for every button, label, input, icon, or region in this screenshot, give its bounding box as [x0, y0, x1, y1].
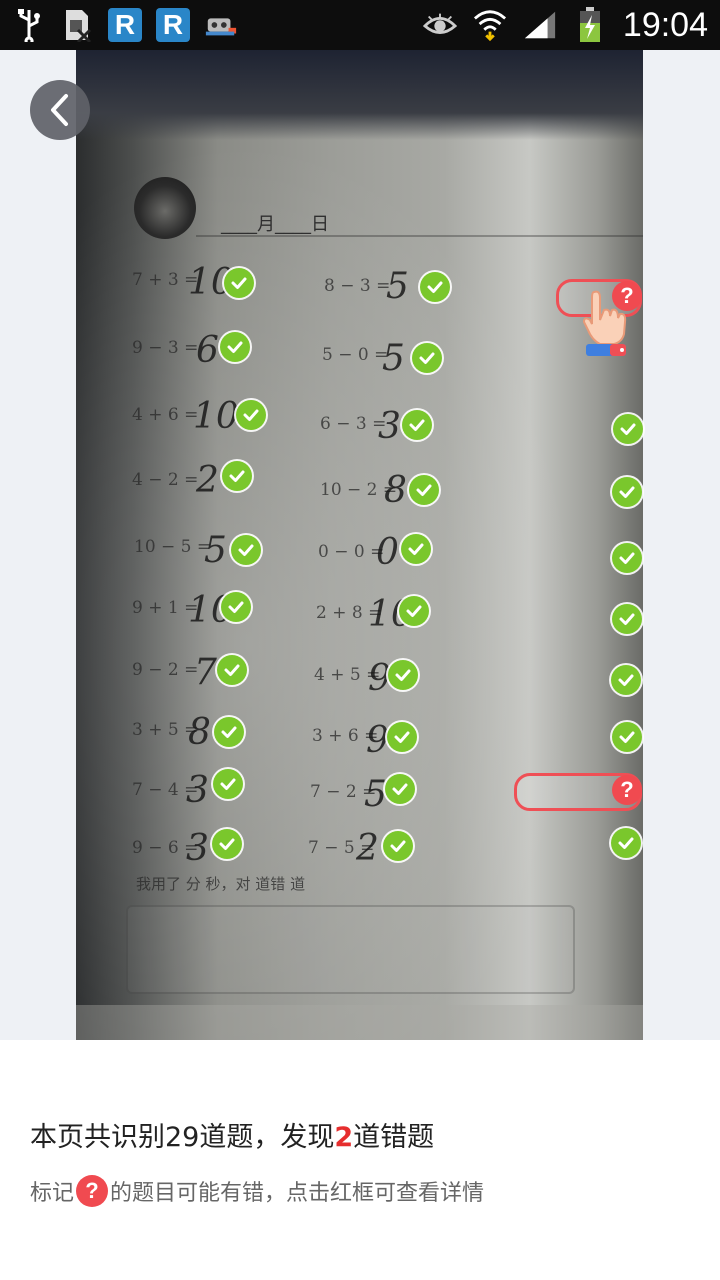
- handwritten-answer: 5: [204, 530, 227, 571]
- problem-equation: 5 − 0 =: [322, 345, 389, 365]
- handwritten-answer: 5: [382, 338, 405, 379]
- handwritten-answer: 5: [364, 774, 387, 815]
- handwritten-answer: 3: [186, 828, 209, 869]
- handwritten-answer: 8: [188, 712, 211, 753]
- date-header: ____月____日: [221, 214, 329, 235]
- handwritten-answer: 9: [366, 720, 389, 761]
- answer-box: [126, 905, 575, 994]
- correct-check-icon: [612, 477, 642, 507]
- correct-check-icon: [236, 400, 266, 430]
- photo-shadow: [76, 50, 643, 140]
- correct-check-icon: [383, 831, 413, 861]
- correct-check-icon: [401, 534, 431, 564]
- correct-check-icon: [231, 535, 261, 565]
- handwritten-answer: 5: [386, 266, 409, 307]
- sim-blocked-icon: [60, 8, 94, 42]
- correct-check-icon: [385, 774, 415, 804]
- r-app-icon: R: [156, 8, 190, 42]
- eye-icon: [422, 8, 457, 42]
- worksheet-photo: ____月____日 7 + 3 = 10 9 − 3 = 6 4 + 6 = …: [76, 50, 643, 1040]
- wifi-icon: [473, 8, 507, 42]
- tap-hand-icon: [582, 290, 627, 356]
- hint-suffix: 的题目可能有错，点击红框可查看详情: [110, 1181, 485, 1206]
- problem-equation: 6 − 3 =: [320, 414, 387, 434]
- problem-equation: 9 − 2 =: [132, 660, 199, 680]
- handwritten-answer: 2: [196, 460, 219, 501]
- correct-check-icon: [213, 769, 243, 799]
- problem-equation: 0 − 0 =: [318, 542, 385, 562]
- chevron-left-icon: [51, 94, 68, 126]
- problem-equation: 4 + 6 =: [132, 405, 199, 425]
- handwritten-answer: 6: [196, 330, 219, 371]
- correct-check-icon: [409, 475, 439, 505]
- error-question-icon[interactable]: ?: [612, 775, 642, 805]
- back-button[interactable]: [30, 80, 90, 140]
- correct-check-icon: [222, 461, 252, 491]
- correct-check-icon: [388, 660, 418, 690]
- handwritten-answer: 2: [356, 828, 379, 869]
- result-panel: [0, 1040, 720, 1280]
- correct-check-icon: [611, 828, 641, 858]
- handwritten-answer: 0: [376, 532, 399, 573]
- handwritten-answer: 3: [186, 770, 209, 811]
- result-hint: 标记 ? 的题目可能有错，点击红框可查看详情: [30, 1175, 484, 1207]
- correct-check-icon: [387, 722, 417, 752]
- correct-check-icon: [221, 592, 251, 622]
- worksheet-footer: 我用了 分 秒，对 道错 道: [136, 875, 306, 893]
- question-mark-icon: ?: [76, 1175, 109, 1207]
- problem-equation: 4 − 2 =: [132, 470, 199, 490]
- handwritten-answer: 7: [194, 652, 217, 693]
- handwritten-answer: 10: [193, 396, 239, 437]
- correct-check-icon: [613, 414, 643, 444]
- summary-prefix: 本页共识别29道题，发现: [30, 1122, 335, 1153]
- correct-check-icon: [220, 332, 250, 362]
- correct-check-icon: [212, 829, 242, 859]
- hint-prefix: 标记: [30, 1181, 75, 1206]
- correct-check-icon: [612, 604, 642, 634]
- handwritten-answer: 3: [378, 406, 401, 447]
- status-bar: R R 19:04: [0, 0, 720, 50]
- photo-bottom: [76, 1005, 643, 1040]
- correct-check-icon: [420, 272, 450, 302]
- usb-icon: [12, 8, 46, 42]
- correct-check-icon: [612, 543, 642, 573]
- error-count: 2: [334, 1122, 354, 1153]
- correct-check-icon: [402, 410, 432, 440]
- battery-charging-icon: [573, 7, 607, 42]
- correct-check-icon: [611, 665, 641, 695]
- problem-equation: 8 − 3 =: [324, 276, 391, 296]
- summary-suffix: 道错题: [353, 1122, 435, 1153]
- correct-check-icon: [214, 717, 244, 747]
- mascot-image: [134, 177, 196, 239]
- handwritten-answer: 8: [384, 470, 407, 511]
- correct-check-icon: [224, 268, 254, 298]
- signal-icon: [523, 8, 557, 42]
- r-app-icon: R: [108, 8, 142, 42]
- result-summary: 本页共识别29道题，发现2道错题: [30, 1115, 434, 1154]
- correct-check-icon: [399, 596, 429, 626]
- clock: 19:04: [622, 5, 708, 44]
- robot-app-icon: [204, 8, 238, 42]
- header-rule: [196, 235, 643, 237]
- correct-check-icon: [217, 655, 247, 685]
- problem-equation: 9 − 3 =: [132, 338, 199, 358]
- problem-equation: 10 − 5 =: [134, 537, 212, 557]
- correct-check-icon: [612, 722, 642, 752]
- correct-check-icon: [412, 343, 442, 373]
